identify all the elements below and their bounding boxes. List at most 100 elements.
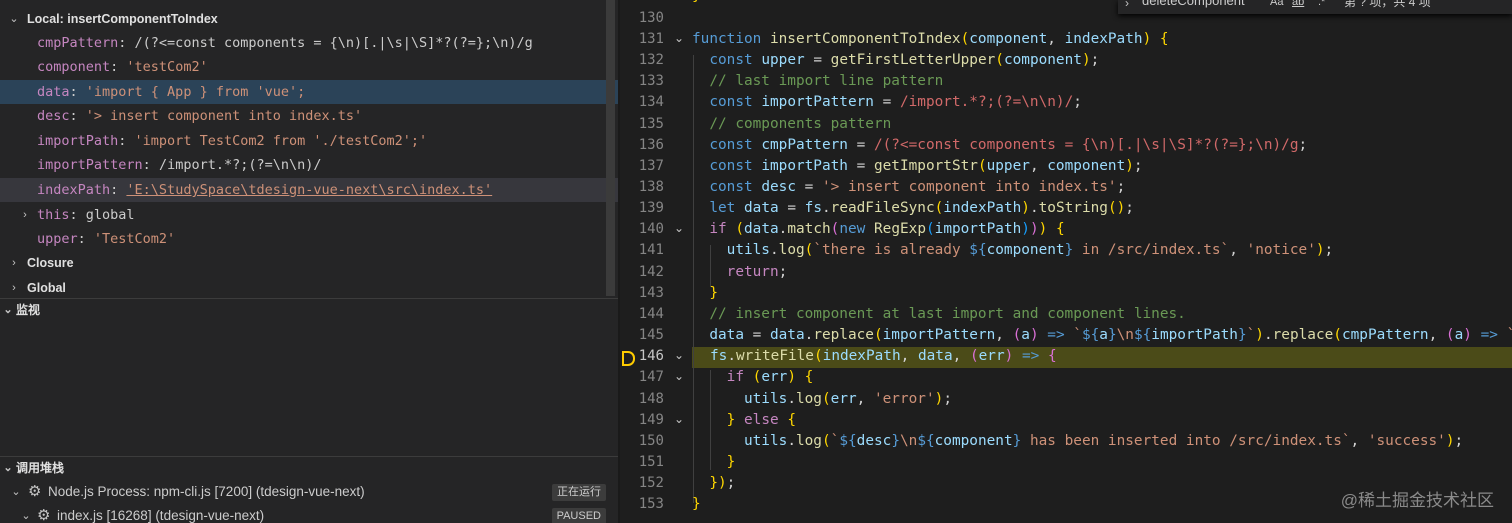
variable-value: 'import { App } from 'vue';	[85, 84, 306, 100]
code-line[interactable]: });	[692, 475, 735, 491]
code-line-partial: }	[692, 0, 701, 4]
fold-chevron-icon[interactable]: ⌄	[672, 31, 686, 45]
code-line[interactable]: // components pattern	[692, 116, 891, 132]
line-number[interactable]: 130	[620, 10, 664, 26]
line-number[interactable]: 135	[620, 116, 664, 132]
variable-row[interactable]: importPattern: /import.*?;(?=\n\n)/	[0, 153, 618, 177]
line-number[interactable]: 143	[620, 285, 664, 301]
code-line[interactable]: const importPattern = /import.*?;(?=\n\n…	[692, 94, 1082, 110]
chevron-down-icon: ⌄	[3, 462, 13, 474]
code-line[interactable]: const upper = getFirstLetterUpper(compon…	[692, 52, 1099, 68]
line-number[interactable]: 151	[620, 454, 664, 470]
code-line[interactable]: }	[692, 285, 718, 301]
code-line[interactable]: }	[692, 454, 736, 470]
code-editor[interactable]: › deleteComponent Aa ab .* 第 ? 项，共 4 项 }…	[620, 0, 1512, 523]
line-number[interactable]: 137	[620, 158, 664, 174]
line-number[interactable]: 134	[620, 94, 664, 110]
chevron-right-icon: ›	[12, 257, 16, 269]
line-number[interactable]: 136	[620, 137, 664, 153]
line-number-current[interactable]: 146	[620, 348, 664, 364]
code-line[interactable]: // insert component at last import and c…	[692, 306, 1186, 322]
callstack-item[interactable]: ⌄ ⚙ index.js [16268] (tdesign-vue-next) …	[0, 504, 618, 523]
variable-row-expandable[interactable]: › this: global	[0, 203, 618, 227]
line-number[interactable]: 131	[620, 31, 664, 47]
scope-local-label: Local: insertComponentToIndex	[27, 12, 218, 26]
variable-name: indexPath	[37, 182, 111, 198]
variable-row[interactable]: importPath: 'import TestCom2 from './tes…	[0, 129, 618, 153]
chevron-down-icon: ⌄	[21, 510, 31, 522]
code-line[interactable]: return;	[692, 264, 788, 280]
line-number[interactable]: 148	[620, 391, 664, 407]
line-number[interactable]: 142	[620, 264, 664, 280]
line-number[interactable]: 144	[620, 306, 664, 322]
variable-value: 'testCom2'	[126, 59, 208, 75]
status-badge: PAUSED	[551, 508, 606, 523]
whole-word-toggle[interactable]: ab	[1292, 0, 1304, 9]
line-number[interactable]: 147	[620, 369, 664, 385]
line-number[interactable]: 149	[620, 412, 664, 428]
code-line[interactable]: data = data.replace(importPattern, (a) =…	[692, 327, 1512, 343]
fold-chevron-icon[interactable]: ⌄	[672, 412, 686, 426]
line-number[interactable]: 139	[620, 200, 664, 216]
code-line[interactable]: // last import line pattern	[692, 73, 943, 89]
line-number[interactable]: 150	[620, 433, 664, 449]
callstack-section-header[interactable]: ⌄ 调用堆栈	[0, 456, 618, 479]
variable-name: data	[37, 84, 70, 100]
fold-chevron-icon[interactable]: ⌄	[672, 348, 686, 362]
scope-closure-header[interactable]: › Closure	[0, 251, 618, 275]
chevron-right-icon[interactable]: ›	[1125, 0, 1129, 10]
code-line[interactable]: const cmpPattern = /(?<=const components…	[692, 137, 1307, 153]
code-line[interactable]: if (err) {	[692, 369, 814, 385]
line-number[interactable]: 141	[620, 242, 664, 258]
variable-value-link[interactable]: 'E:\StudySpace\tdesign-vue-next\src\inde…	[126, 182, 492, 198]
code-line[interactable]: utils.log(err, 'error');	[692, 391, 952, 407]
code-line[interactable]: } else {	[692, 412, 796, 428]
code-line[interactable]: function insertComponentToIndex(componen…	[692, 31, 1169, 47]
variable-row-selected[interactable]: data: 'import { App } from 'vue';	[0, 80, 618, 104]
line-number[interactable]: 132	[620, 52, 664, 68]
code-line[interactable]: utils.log(`there is already ${component}…	[692, 242, 1334, 258]
code-line[interactable]: if (data.match(new RegExp(importPath))) …	[692, 221, 1064, 237]
variable-name: cmpPattern	[37, 35, 119, 51]
match-case-toggle[interactable]: Aa	[1270, 0, 1283, 9]
variable-row[interactable]: cmpPattern: /(?<=const components = {\n)…	[0, 31, 618, 55]
code-line[interactable]: utils.log(`${desc}\n${component} has bee…	[692, 433, 1463, 449]
code-line-current[interactable]: fs.writeFile(indexPath, data, (err) => {	[710, 348, 1057, 364]
watch-section-label: 监视	[16, 303, 41, 317]
line-number[interactable]: 138	[620, 179, 664, 195]
line-number[interactable]: 153	[620, 496, 664, 512]
line-number[interactable]: 152	[620, 475, 664, 491]
scope-local-header[interactable]: ⌄ Local: insertComponentToIndex	[0, 7, 618, 31]
variable-name: component	[37, 59, 111, 75]
find-input[interactable]: deleteComponent	[1142, 0, 1245, 8]
variable-name: this	[37, 207, 70, 223]
code-line[interactable]: let data = fs.readFileSync(indexPath).to…	[692, 200, 1134, 216]
variable-name: desc	[37, 108, 70, 124]
variable-row[interactable]: desc: '> insert component into index.ts'	[0, 104, 618, 128]
variable-value: global	[85, 207, 135, 223]
code-line[interactable]: const desc = '> insert component into in…	[692, 179, 1125, 195]
code-line[interactable]: const importPath = getImportStr(upper, c…	[692, 158, 1142, 174]
callstack-item[interactable]: ⌄ ⚙ Node.js Process: npm-cli.js [7200] (…	[0, 480, 618, 504]
scope-global-label: Global	[27, 281, 66, 295]
watch-section-header[interactable]: ⌄ 监视	[0, 298, 618, 321]
variable-row[interactable]: indexPath: 'E:\StudySpace\tdesign-vue-ne…	[0, 178, 618, 202]
chevron-down-icon: ⌄	[3, 304, 13, 316]
scope-closure-label: Closure	[27, 256, 74, 270]
variable-value: 'TestCom2'	[93, 231, 176, 247]
line-number[interactable]: 140	[620, 221, 664, 237]
scope-global-header[interactable]: › Global	[0, 276, 618, 300]
variable-row[interactable]: upper: 'TestCom2'	[0, 227, 618, 251]
variables-scrollbar[interactable]	[606, 0, 615, 296]
variable-row[interactable]: component: 'testCom2'	[0, 55, 618, 79]
regex-toggle[interactable]: .*	[1318, 0, 1325, 9]
chevron-right-icon: ›	[23, 209, 27, 221]
line-number[interactable]: 133	[620, 73, 664, 89]
variable-name: importPath	[37, 133, 119, 149]
code-line[interactable]: }	[692, 496, 701, 512]
fold-chevron-icon[interactable]: ⌄	[672, 369, 686, 383]
variable-value: '> insert component into index.ts'	[85, 108, 363, 124]
line-number[interactable]: 145	[620, 327, 664, 343]
debug-process-icon: ⚙	[28, 483, 42, 500]
fold-chevron-icon[interactable]: ⌄	[672, 221, 686, 235]
